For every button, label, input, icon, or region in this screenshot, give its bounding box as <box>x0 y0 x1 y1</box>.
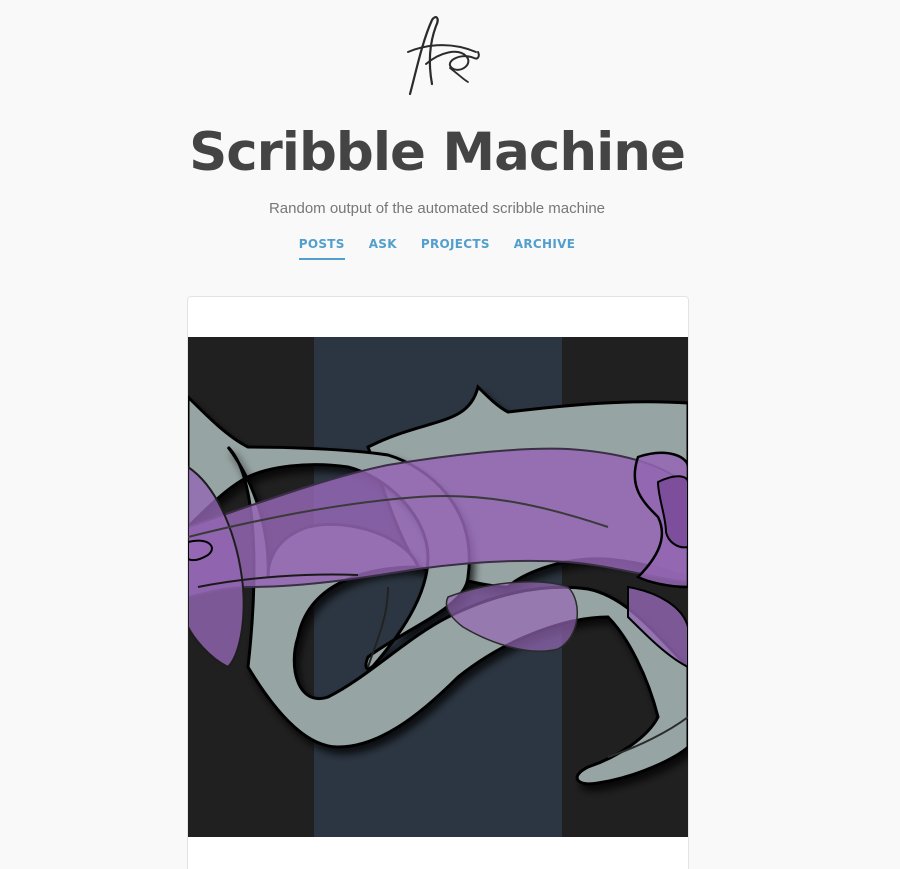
nav-projects-link[interactable]: PROJECTS <box>421 237 490 260</box>
page: Scribble Machine Random output of the au… <box>0 0 900 869</box>
nav-ask-link[interactable]: ASK <box>369 237 397 260</box>
post-image[interactable] <box>188 337 688 837</box>
nav-archive-link[interactable]: ARCHIVE <box>514 237 575 260</box>
site-description: Random output of the automated scribble … <box>268 200 606 217</box>
post-card <box>187 296 689 869</box>
main-nav: POSTS ASK PROJECTS ARCHIVE <box>0 237 874 260</box>
scribble-artwork <box>188 337 688 837</box>
scribble-logo[interactable] <box>388 12 488 98</box>
nav-posts-link[interactable]: POSTS <box>298 237 345 260</box>
site-title[interactable]: Scribble Machine <box>0 122 874 183</box>
